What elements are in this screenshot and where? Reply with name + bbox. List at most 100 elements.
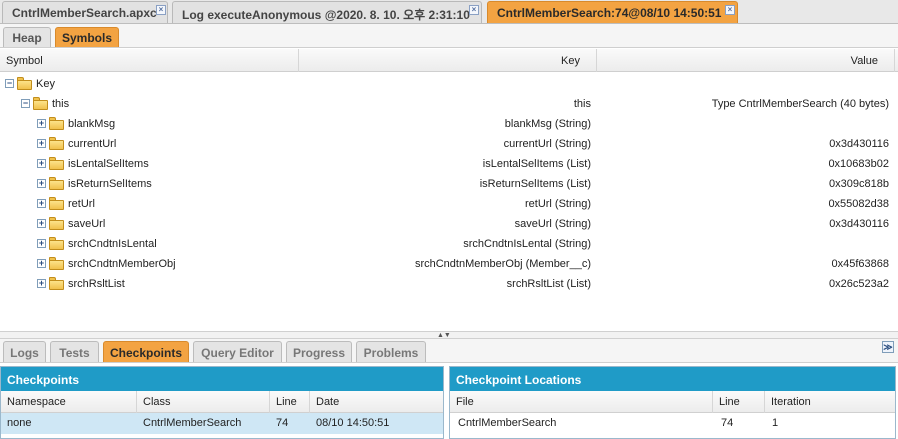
symbol-table-header: Symbol Key Value [0,49,898,72]
expand-icon[interactable]: + [37,199,46,208]
folder-icon [49,157,65,170]
symbol-value: 0x10683b02 [828,158,889,170]
folder-icon [49,177,65,190]
checkpoint-line: 74 [276,417,289,429]
folder-icon [49,257,65,270]
location-line: 74 [721,417,734,429]
tab-problems[interactable]: Problems [356,341,426,362]
close-icon[interactable]: × [469,5,479,15]
folder-icon [49,217,65,230]
symbol-name: isLentalSelItems [68,158,149,170]
tab-apex-class[interactable]: CntrlMemberSearch.apxc × [2,1,168,23]
tree-row-srchrsltlist[interactable]: + srchRsltList srchRsltList (List) 0x26c… [0,274,898,294]
symbol-key: isLentalSelItems (List) [482,158,591,170]
expand-icon[interactable]: + [37,119,46,128]
symbol-key: retUrl (String) [524,198,591,210]
checkpoints-panel: Checkpoints Namespace Class Line Date no… [0,366,444,439]
folder-icon [17,77,33,90]
tab-symbols[interactable]: Symbols [55,27,119,47]
tab-tests[interactable]: Tests [50,341,99,362]
tree-row-srchcndtnislental[interactable]: + srchCndtnIsLental srchCndtnIsLental (S… [0,234,898,254]
column-date[interactable]: Date [310,391,443,413]
symbol-name: blankMsg [68,118,116,130]
column-iteration[interactable]: Iteration [765,391,895,413]
column-symbol[interactable]: Symbol [0,49,299,72]
symbol-value: 0x3d430116 [829,218,889,230]
symbol-key: srchRsltList (List) [506,278,591,290]
close-icon[interactable]: × [725,5,735,15]
folder-icon [49,197,65,210]
checkpoint-location-row[interactable]: CntrlMemberSearch 74 1 [450,413,895,434]
expand-icon[interactable]: + [37,139,46,148]
symbol-key: blankMsg (String) [504,118,591,130]
symbol-key: this [573,98,591,110]
tree-row-srchcndtnmemberobj[interactable]: + srchCndtnMemberObj srchCndtnMemberObj … [0,254,898,274]
tree-row-currenturl[interactable]: + currentUrl currentUrl (String) 0x3d430… [0,134,898,154]
checkpoint-locations-header: File Line Iteration [450,391,895,413]
tab-heap[interactable]: Heap [3,27,51,47]
column-value[interactable]: Value [597,49,895,72]
tree-row-isreturnselitems[interactable]: + isReturnSelItems isReturnSelItems (Lis… [0,174,898,194]
tab-execute-log[interactable]: Log executeAnonymous @2020. 8. 10. 오후 2:… [172,1,482,23]
column-key[interactable]: Key [299,49,597,72]
location-iteration: 1 [772,417,779,429]
symbol-value: 0x45f63868 [831,258,890,270]
expand-icon[interactable]: + [37,179,46,188]
collapse-icon[interactable]: − [21,99,30,108]
tab-label: CntrlMemberSearch:74@08/10 14:50:51 [497,6,722,20]
symbol-name: currentUrl [68,138,117,150]
tree-row-blankmsg[interactable]: + blankMsg blankMsg (String) [0,114,898,134]
tab-query-editor[interactable]: Query Editor [193,341,282,362]
folder-icon [49,237,65,250]
tab-checkpoints[interactable]: Checkpoints [103,341,189,362]
symbol-value: Type CntrlMemberSearch (40 bytes) [711,98,889,110]
expand-icon[interactable]: + [37,259,46,268]
tab-progress[interactable]: Progress [286,341,352,362]
panel-splitter[interactable]: ▲▼ [0,331,898,339]
expand-icon[interactable]: + [37,159,46,168]
tab-label: CntrlMemberSearch.apxc [12,6,157,20]
symbol-name: isReturnSelItems [68,178,152,190]
expand-icon[interactable]: + [37,219,46,228]
symbol-name: this [52,98,70,110]
column-namespace[interactable]: Namespace [1,391,137,413]
symbol-name: retUrl [68,198,95,210]
column-line[interactable]: Line [713,391,765,413]
inspector-tab-bar: Heap Symbols [0,24,898,48]
location-file: CntrlMemberSearch [458,417,557,429]
checkpoint-class: CntrlMemberSearch [143,417,242,429]
checkpoint-locations-panel: Checkpoint Locations File Line Iteration… [449,366,896,439]
expand-icon[interactable]: + [37,279,46,288]
bottom-tab-bar: Logs Tests Checkpoints Query Editor Prog… [0,339,898,363]
tree-row-returl[interactable]: + retUrl retUrl (String) 0x55082d38 [0,194,898,214]
folder-icon [49,137,65,150]
column-file[interactable]: File [450,391,713,413]
collapse-panel-icon[interactable]: ≫ [882,341,894,353]
column-class[interactable]: Class [137,391,270,413]
column-line[interactable]: Line [270,391,310,413]
tree-row-saveurl[interactable]: + saveUrl saveUrl (String) 0x3d430116 [0,214,898,234]
tree-row-this[interactable]: − this this Type CntrlMemberSearch (40 b… [0,94,898,114]
tree-row-key[interactable]: − Key [0,74,898,94]
symbol-name: srchRsltList [68,278,125,290]
checkpoints-title: Checkpoints [1,367,443,391]
tab-checkpoint[interactable]: CntrlMemberSearch:74@08/10 14:50:51 × [487,1,738,23]
collapse-icon[interactable]: − [5,79,14,88]
tab-label: Log executeAnonymous @2020. 8. 10. 오후 2:… [182,8,470,22]
symbol-name: saveUrl [68,218,106,230]
tab-logs[interactable]: Logs [3,341,46,362]
symbol-key: srchCndtnIsLental (String) [463,238,591,250]
tree-row-islentalselitems[interactable]: + isLentalSelItems isLentalSelItems (Lis… [0,154,898,174]
symbol-value: 0x26c523a2 [829,278,889,290]
close-icon[interactable]: × [156,5,166,15]
checkpoint-date: 08/10 14:50:51 [316,417,390,429]
expand-icon[interactable]: + [37,239,46,248]
symbol-value: 0x3d430116 [829,138,889,150]
folder-icon [33,97,49,110]
symbol-key: srchCndtnMemberObj (Member__c) [414,258,591,270]
symbol-name: srchCndtnIsLental [68,238,157,250]
checkpoint-row[interactable]: none CntrlMemberSearch 74 08/10 14:50:51 [1,413,443,434]
symbol-value: 0x55082d38 [828,198,889,210]
symbol-key: saveUrl (String) [514,218,591,230]
symbol-key: currentUrl (String) [503,138,591,150]
